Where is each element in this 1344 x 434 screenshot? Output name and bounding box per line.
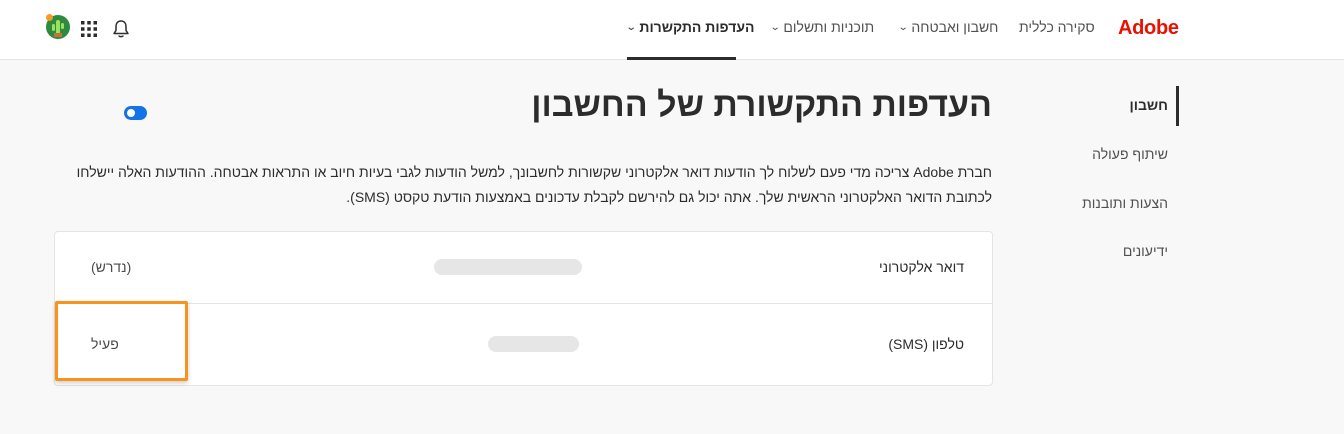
sidebar-item-account[interactable]: חשבון xyxy=(1130,97,1169,113)
chevron-down-icon: ⌄ xyxy=(897,21,909,33)
nav-account-security[interactable]: ⌄ חשבון ואבטחה xyxy=(897,19,999,35)
description-line-2: לכתובת הדואר האלקטרוני הראשית שלך. אתה י… xyxy=(346,189,992,205)
notification-dot xyxy=(46,14,53,21)
preferences-card: דואר אלקטרוני (נדרש) טלפון (SMS) פעיל xyxy=(54,231,993,386)
nav-overview[interactable]: סקירה כללית xyxy=(1019,19,1095,35)
sidebar-item-offers-insights[interactable]: הצעות ותובנות xyxy=(1082,195,1168,211)
adobe-logo[interactable]: Adobe xyxy=(1118,17,1179,40)
sidebar-active-indicator xyxy=(1176,86,1179,126)
sidebar-item-collaboration[interactable]: שיתוף פעולה xyxy=(1092,146,1168,162)
chevron-down-icon: ⌄ xyxy=(769,21,781,33)
chevron-down-icon: ⌄ xyxy=(625,21,637,33)
apps-grid-icon[interactable] xyxy=(80,20,98,38)
toggle-knob xyxy=(127,109,135,117)
required-label: (נדרש) xyxy=(91,259,132,275)
nav-account-security-label: חשבון ואבטחה xyxy=(911,19,999,35)
nav-communication-preferences[interactable]: ⌄ העדפות התקשרות xyxy=(625,19,755,35)
sms-row-label: טלפון (SMS) xyxy=(888,336,964,352)
description-line-1: חברת Adobe צריכה מדי פעם לשלוח לך הודעות… xyxy=(76,164,992,180)
email-value-placeholder xyxy=(434,259,582,275)
page-description: חברת Adobe צריכה מדי פעם לשלוח לך הודעות… xyxy=(72,160,992,210)
row-divider xyxy=(55,303,992,304)
nav-overview-label: סקירה כללית xyxy=(1019,19,1095,35)
phone-value-placeholder xyxy=(488,336,579,352)
nav-plans-payment-label: תוכניות ותשלום xyxy=(783,19,875,35)
bell-icon[interactable] xyxy=(110,18,132,40)
page-title: העדפות התקשורת של החשבון xyxy=(531,86,992,124)
active-nav-indicator xyxy=(627,57,736,60)
highlight-box xyxy=(55,301,188,381)
email-row-label: דואר אלקטרוני xyxy=(879,259,964,275)
sms-toggle-switch[interactable] xyxy=(124,106,147,120)
top-header: Adobe סקירה כללית ⌄ חשבון ואבטחה ⌄ תוכני… xyxy=(0,0,1344,60)
nav-communication-preferences-label: העדפות התקשרות xyxy=(639,19,755,35)
nav-plans-payment[interactable]: ⌄ תוכניות ותשלום xyxy=(769,19,875,35)
sidebar-item-newsletters[interactable]: ידיעונים xyxy=(1123,243,1168,259)
